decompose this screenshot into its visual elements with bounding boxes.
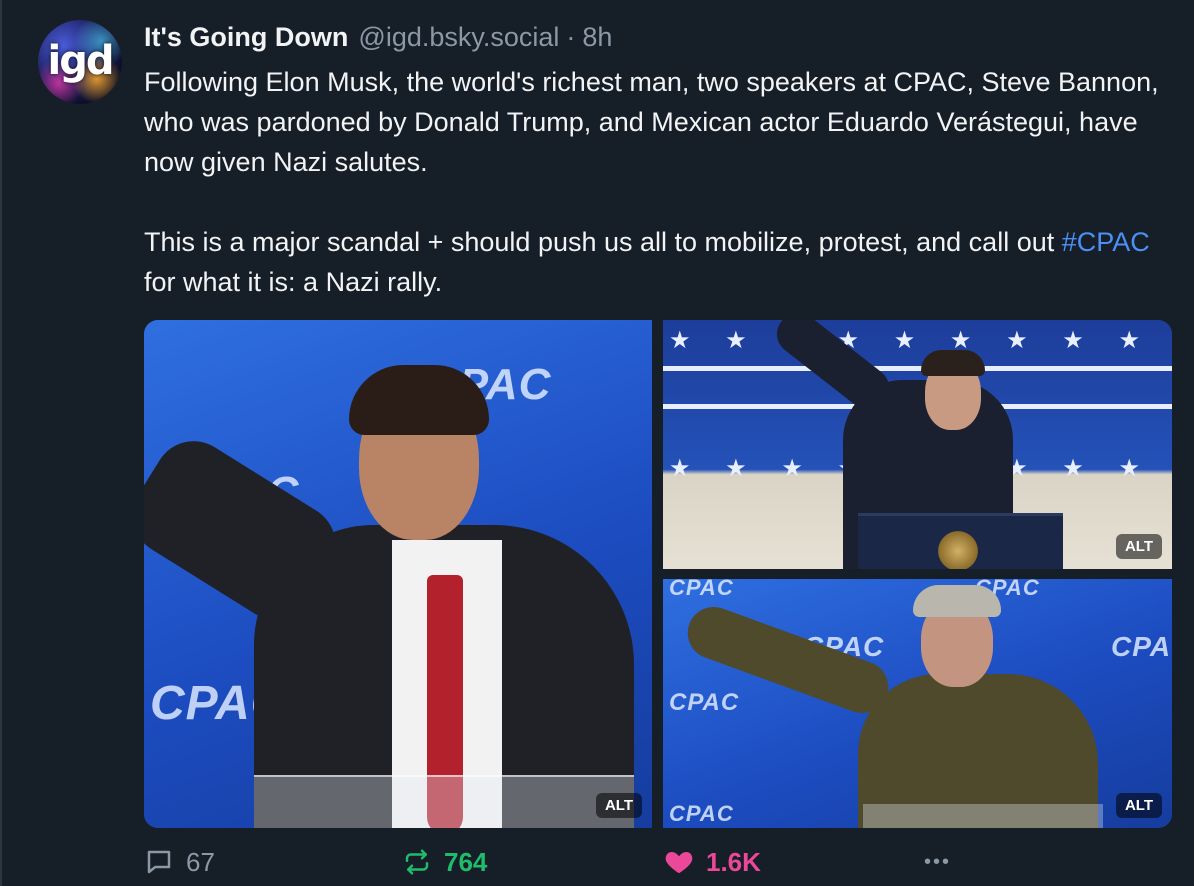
repost-count: 764 bbox=[444, 846, 488, 877]
media-image-2[interactable]: ★ ★ ★ ★ ★ ★ ★ ★ ★ ★ ★ ★ ★ ★ ★ ★ ★ ★ ★ ★ … bbox=[663, 320, 1172, 569]
star-row: ★ ★ ★ ★ ★ ★ ★ ★ ★ ★ ★ ★ ★ ★ ★ bbox=[669, 327, 1172, 354]
reply-count: 67 bbox=[186, 846, 215, 877]
avatar-logo: igd bbox=[47, 38, 115, 84]
like-count: 1.6K bbox=[706, 846, 761, 877]
alt-badge[interactable]: ALT bbox=[1115, 534, 1162, 559]
post[interactable]: igd It's Going Down @igd.bsky.social · 8… bbox=[0, 0, 1194, 886]
author-handle[interactable]: @igd.bsky.social bbox=[358, 22, 559, 53]
paragraph-2-text-after: for what it is: a Nazi rally. bbox=[144, 267, 443, 297]
speaker-hair bbox=[921, 350, 985, 376]
media-image-1[interactable]: CPAC CPAC CPAC ALT bbox=[144, 320, 652, 828]
cpac-watermark: CPAC bbox=[669, 579, 734, 600]
reply-icon bbox=[144, 847, 174, 877]
more-icon: ••• bbox=[924, 850, 952, 873]
post-header: It's Going Down @igd.bsky.social · 8h bbox=[144, 22, 612, 58]
cpac-watermark: CPAC bbox=[669, 689, 740, 716]
podium bbox=[254, 775, 634, 828]
reply-button[interactable]: 67 bbox=[144, 842, 215, 882]
cpac-watermark: CPAC bbox=[669, 801, 734, 826]
post-timestamp[interactable]: 8h bbox=[582, 22, 612, 53]
podium bbox=[863, 804, 1103, 828]
repost-button[interactable]: 764 bbox=[402, 842, 487, 882]
stage-stripe bbox=[663, 366, 1172, 371]
presidential-seal bbox=[935, 528, 981, 569]
more-options-button[interactable]: ••• bbox=[924, 842, 951, 882]
post-actions: 67 764 1.6K ••• bbox=[144, 842, 1174, 882]
speaker-hair bbox=[913, 585, 1001, 617]
heart-icon bbox=[664, 847, 694, 877]
avatar[interactable]: igd bbox=[38, 20, 122, 104]
hashtag-link[interactable]: #CPAC bbox=[1062, 227, 1150, 257]
post-paragraph-1: Following Elon Musk, the world's richest… bbox=[144, 67, 1159, 177]
media-image-3[interactable]: CPAC CPAC CPAC CPAC CPAC CPAC ALT bbox=[663, 579, 1172, 828]
alt-badge[interactable]: ALT bbox=[1115, 793, 1162, 818]
paragraph-2-text-before: This is a major scandal + should push us… bbox=[144, 227, 1062, 257]
repost-icon bbox=[402, 847, 432, 877]
cpac-watermark: CPAC bbox=[1111, 631, 1172, 662]
like-button[interactable]: 1.6K bbox=[664, 842, 761, 882]
post-paragraph-2: This is a major scandal + should push us… bbox=[144, 222, 1174, 302]
speaker-hair bbox=[349, 365, 489, 435]
alt-badge[interactable]: ALT bbox=[595, 793, 642, 818]
post-body: Following Elon Musk, the world's richest… bbox=[144, 62, 1174, 302]
media-grid: CPAC CPAC CPAC ALT ★ ★ ★ ★ ★ ★ ★ ★ ★ ★ ★… bbox=[144, 320, 1172, 828]
author-display-name[interactable]: It's Going Down bbox=[144, 22, 348, 53]
header-separator: · bbox=[566, 22, 576, 52]
